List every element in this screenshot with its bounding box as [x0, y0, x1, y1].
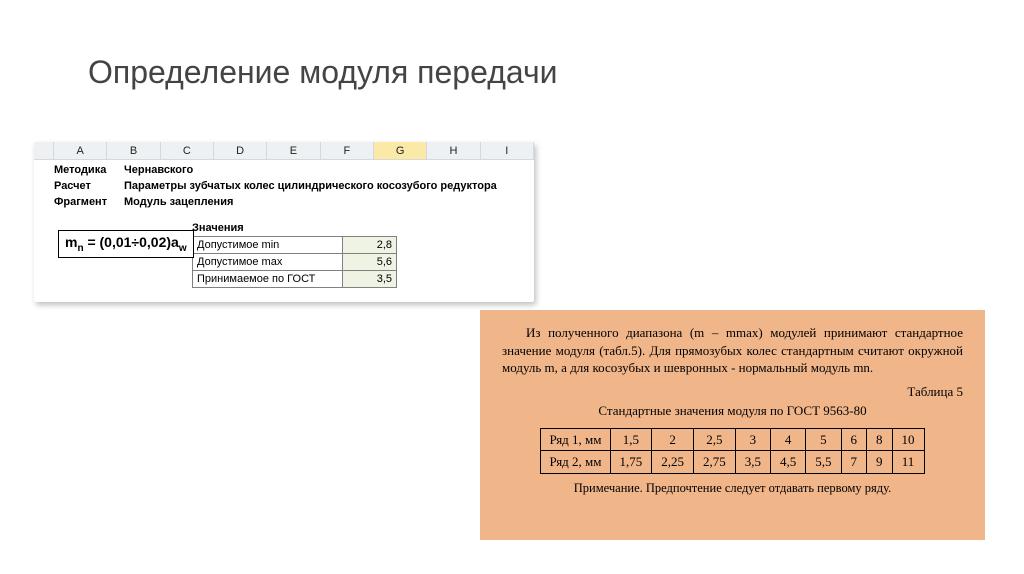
table-row: Ряд 1, мм1,522,53456810	[541, 428, 924, 451]
gost-cell: 8	[867, 428, 893, 451]
gost-cell: 5,5	[806, 451, 841, 474]
column-header[interactable]: B	[107, 142, 160, 159]
reference-paragraph: Из полученного диапазона (m – mmax) моду…	[502, 324, 963, 377]
reference-table-label: Таблица 5	[502, 383, 963, 401]
column-header[interactable]: D	[214, 142, 267, 159]
table-row: Допустимое max5,6	[193, 254, 397, 271]
sheet-body: Методика Чернавского Расчет Параметры зу…	[34, 160, 534, 294]
value-label: Допустимое min	[193, 237, 343, 254]
reference-card: Из полученного диапазона (m – mmax) моду…	[480, 310, 985, 540]
value-label: Принимаемое по ГОСТ	[193, 271, 343, 288]
gost-cell: 11	[892, 451, 924, 474]
value-cell[interactable]: 3,5	[343, 271, 397, 288]
row-gutter	[34, 160, 54, 294]
values-table: Допустимое min2,8Допустимое max5,6Приним…	[192, 236, 397, 288]
row-label: Ряд 1, мм	[541, 428, 610, 451]
gost-cell: 2	[652, 428, 694, 451]
column-header[interactable]: C	[161, 142, 214, 159]
table-row: Принимаемое по ГОСТ3,5	[193, 271, 397, 288]
reference-caption: Стандартные значения модуля по ГОСТ 9563…	[502, 402, 963, 420]
meta-row-calc: Расчет Параметры зубчатых колес цилиндри…	[54, 178, 534, 194]
values-header: Значения	[192, 220, 534, 236]
row-label: Ряд 2, мм	[541, 451, 610, 474]
column-header[interactable]: H	[427, 142, 480, 159]
meta-label: Фрагмент	[54, 194, 124, 210]
column-header[interactable]: F	[321, 142, 374, 159]
meta-value: Параметры зубчатых колес цилиндрического…	[124, 178, 534, 194]
table-row: Допустимое min2,8	[193, 237, 397, 254]
excel-panel: ABCDEFGHI Методика Чернавского Расчет Па…	[34, 142, 534, 302]
gost-cell: 4,5	[771, 451, 806, 474]
gost-table: Ряд 1, мм1,522,53456810Ряд 2, мм1,752,25…	[540, 428, 924, 474]
meta-label: Методика	[54, 162, 124, 178]
header-corner	[34, 142, 54, 159]
column-header[interactable]: I	[481, 142, 534, 159]
page-title: Определение модуля передачи	[88, 54, 558, 91]
gost-cell: 7	[841, 451, 867, 474]
reference-note: Примечание. Предпочтение следует отдават…	[502, 480, 963, 497]
gost-cell: 5	[806, 428, 841, 451]
formula-box: mn = (0,01÷0,02)aw	[58, 230, 194, 258]
meta-value: Модуль зацепления	[124, 194, 534, 210]
value-cell[interactable]: 2,8	[343, 237, 397, 254]
value-label: Допустимое max	[193, 254, 343, 271]
meta-row-method: Методика Чернавского	[54, 162, 534, 178]
column-header[interactable]: E	[267, 142, 320, 159]
gost-cell: 3	[735, 428, 770, 451]
column-header[interactable]: G	[374, 142, 427, 159]
gost-cell: 9	[867, 451, 893, 474]
table-row: Ряд 2, мм1,752,252,753,54,55,57911	[541, 451, 924, 474]
gost-cell: 4	[771, 428, 806, 451]
column-header[interactable]: A	[54, 142, 107, 159]
gost-cell: 1,75	[610, 451, 652, 474]
value-cell[interactable]: 5,6	[343, 254, 397, 271]
gost-cell: 2,75	[694, 451, 736, 474]
gost-cell: 2,25	[652, 451, 694, 474]
column-header-row: ABCDEFGHI	[34, 142, 534, 160]
gost-cell: 3,5	[735, 451, 770, 474]
gost-cell: 6	[841, 428, 867, 451]
meta-value: Чернавского	[124, 162, 534, 178]
gost-cell: 2,5	[694, 428, 736, 451]
gost-cell: 10	[892, 428, 924, 451]
meta-label: Расчет	[54, 178, 124, 194]
meta-row-fragment: Фрагмент Модуль зацепления	[54, 194, 534, 210]
gost-cell: 1,5	[610, 428, 652, 451]
